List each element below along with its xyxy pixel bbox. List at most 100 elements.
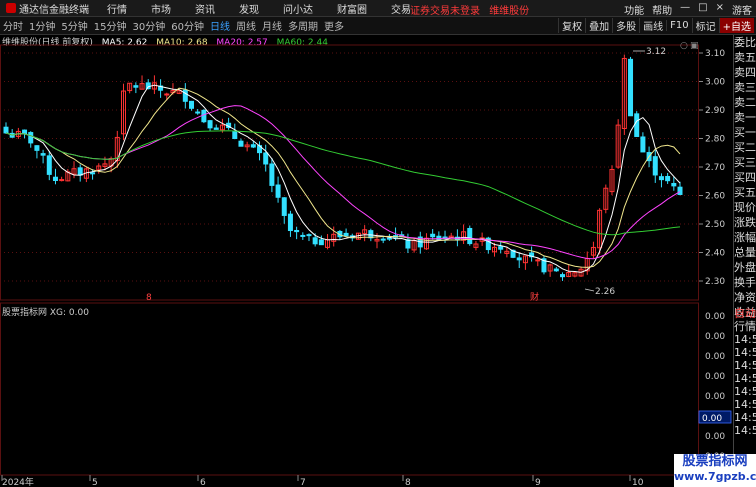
date-tick-label: 7 (300, 478, 306, 487)
quote-label: 买一 (734, 126, 756, 139)
tick-time-label: 14:5 (734, 424, 756, 437)
sub-pane-frame (0, 302, 699, 476)
date-axis: 2024年 5 6 7 8 9 10 (1, 475, 644, 487)
auto-toggle[interactable]: 自动 (734, 307, 756, 320)
candle-body (294, 229, 300, 233)
date-tick-label: 9 (535, 478, 541, 487)
high-label: 3.12 (646, 47, 666, 57)
price-tick-label: 2.50 (705, 220, 725, 230)
period-intraday[interactable]: 分时 (0, 18, 26, 33)
login-alert[interactable]: 证券交易未登录 维维股份 (410, 2, 529, 17)
candle-body (368, 230, 374, 239)
settings-icon[interactable]: ○ (680, 41, 688, 51)
sub-tick-label: 0.00 (705, 432, 725, 442)
candle-body (671, 183, 677, 187)
sub-tick-label: 0.00 (705, 332, 725, 342)
chart-tools: 复权 叠加 多股 画线 F10 标记 +自选 (558, 17, 754, 34)
function-button[interactable]: 功能 (624, 2, 644, 17)
candle-body (343, 232, 349, 237)
candle-body (145, 82, 151, 90)
tick-time-label: 14:5 (734, 398, 756, 411)
mark-button[interactable]: 标记 (691, 18, 719, 33)
tick-time-label: 14:5 (734, 372, 756, 385)
sub-tick-label: 0.00 (705, 392, 725, 402)
candle-body (250, 144, 256, 148)
quote-label: 卖四 (734, 66, 756, 79)
help-button[interactable]: 帮助 (652, 2, 672, 17)
price-axis: 3.10 3.00 2.90 2.80 2.70 2.60 2.50 2.40 2.30 (699, 49, 725, 287)
sub-chart-header: 股票指标网 XG: 0.00 (2, 305, 89, 318)
low-label: 2.26 (595, 287, 615, 297)
restore-icon[interactable]: □ (698, 2, 707, 17)
close-icon[interactable]: × (716, 2, 724, 17)
sub-tick-label: 0.00 (705, 352, 725, 362)
candle-body (195, 111, 201, 114)
quote-label: 委比 (734, 36, 756, 49)
add-watchlist-button[interactable]: +自选 (718, 18, 754, 33)
period-60min[interactable]: 60分钟 (168, 18, 207, 33)
period-5min[interactable]: 5分钟 (58, 18, 90, 33)
tick-time-label: 行情 (734, 320, 756, 333)
quote-label: 净资 (734, 291, 756, 304)
period-more[interactable]: 更多 (321, 18, 347, 33)
candle-body (665, 175, 671, 182)
watermark-title: 股票指标网 (682, 454, 748, 469)
tick-time-label: 14:5 (734, 385, 756, 398)
menu-item-wealth[interactable]: 财富圈 (325, 1, 379, 16)
period-1min[interactable]: 1分钟 (26, 18, 58, 33)
draw-line-button[interactable]: 画线 (639, 18, 666, 33)
date-tick-label: 10 (632, 478, 644, 487)
candle-body (269, 163, 275, 186)
event-marker-fin: 财 (530, 291, 539, 303)
candle-body (652, 156, 658, 176)
menu-item-discover[interactable]: 发现 (227, 1, 271, 16)
quote-label: 卖五 (734, 51, 756, 64)
period-daily[interactable]: 日线 (207, 18, 233, 33)
ma-lines (5, 84, 681, 273)
sub-chart-title: 股票指标网 XG: 0.00 (2, 308, 89, 318)
ma60-line (5, 130, 681, 236)
candle-body (133, 85, 139, 88)
tick-time-label: 14:5 (734, 346, 756, 359)
candle-body (318, 239, 324, 246)
menu-right: 功能 帮助 — □ × 游客 (624, 2, 752, 17)
period-weekly[interactable]: 周线 (233, 18, 259, 33)
candle-body (3, 126, 9, 134)
quote-label: 换手 (734, 276, 756, 289)
overlay-button[interactable]: 叠加 (585, 18, 612, 33)
price-tick-label: 3.00 (705, 78, 725, 88)
candle-body (232, 130, 238, 139)
stock-name: 维维股份 (489, 6, 530, 17)
candle-body (34, 145, 40, 151)
multi-stock-button[interactable]: 多股 (612, 18, 639, 33)
guest-label[interactable]: 游客 (732, 2, 752, 17)
quote-label: 卖一 (734, 111, 756, 124)
quote-label: 卖二 (734, 96, 756, 109)
minimize-icon[interactable]: — (680, 2, 690, 17)
menu-item-ask[interactable]: 问小达 (271, 1, 325, 16)
candle-body (77, 167, 83, 176)
period-30min[interactable]: 30分钟 (129, 18, 168, 33)
quote-label: 买三 (734, 156, 756, 169)
candle-body (380, 238, 386, 241)
candle-body (52, 176, 58, 182)
menu-item-market[interactable]: 行情 (95, 1, 139, 16)
price-tick-label: 2.60 (705, 192, 725, 202)
date-tick-label: 8 (405, 478, 411, 487)
menu-item-exchange[interactable]: 市场 (139, 1, 183, 16)
menu-item-news[interactable]: 资讯 (183, 1, 227, 16)
quote-label: 买二 (734, 141, 756, 154)
login-alert-text: 证券交易未登录 (410, 6, 480, 17)
period-multi[interactable]: 多周期 (285, 18, 321, 33)
tick-time-label: 14:5 (734, 359, 756, 372)
expand-icon[interactable]: ▣ (690, 41, 699, 51)
candle-body (628, 58, 634, 117)
period-monthly[interactable]: 月线 (259, 18, 285, 33)
candle-body (658, 176, 664, 181)
adjust-button[interactable]: 复权 (558, 18, 585, 33)
candles (3, 54, 683, 281)
f10-button[interactable]: F10 (666, 20, 691, 31)
period-15min[interactable]: 15分钟 (91, 18, 130, 33)
quote-label: 涨跌 (734, 216, 756, 229)
kline-chart[interactable]: 3.10 3.00 2.90 2.80 2.70 2.60 2.50 2.40 2.30 0.0… (0, 35, 733, 487)
